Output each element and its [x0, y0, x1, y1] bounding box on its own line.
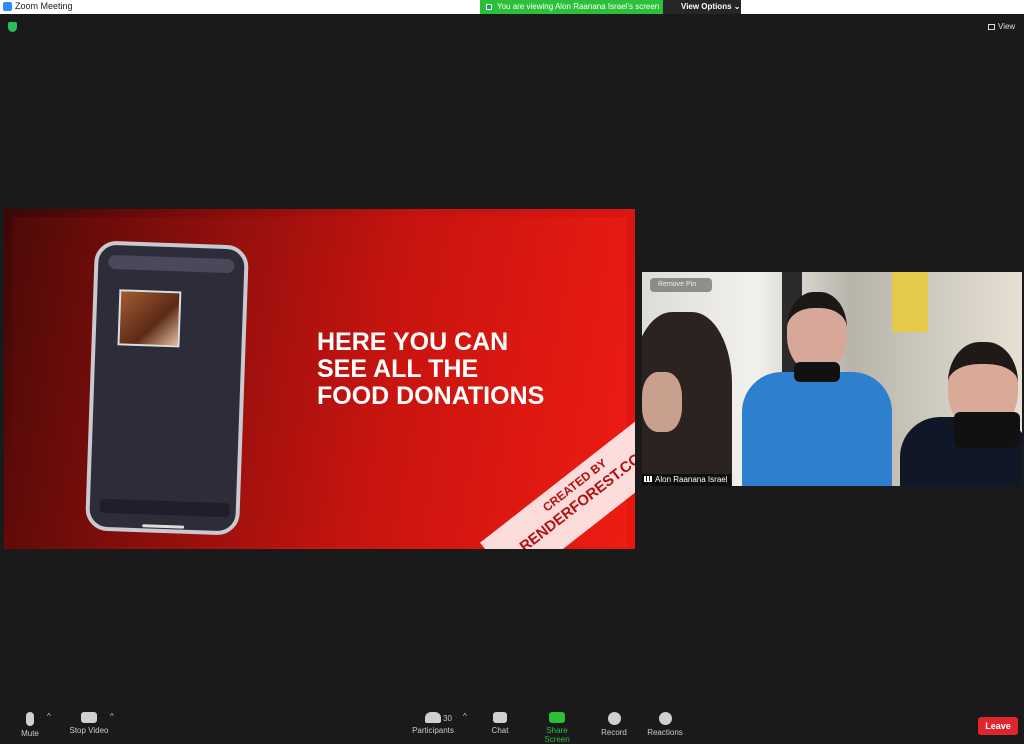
reactions-label: Reactions: [647, 728, 683, 737]
zoom-app-icon: [3, 2, 12, 11]
person-center-head: [787, 292, 847, 372]
slide-heading: HERE YOU CAN SEE ALL THE FOOD DONATIONS: [317, 329, 544, 410]
chat-icon: [493, 712, 507, 723]
view-grid-icon: [988, 23, 995, 30]
person-right-mask: [954, 412, 1020, 448]
viewing-text: You are viewing Alon Raanana Israel's sc…: [497, 2, 660, 11]
audio-options-caret[interactable]: ^: [47, 712, 51, 721]
record-button[interactable]: Record: [600, 712, 628, 737]
video-options-caret[interactable]: ^: [110, 712, 114, 721]
record-icon: [607, 712, 621, 725]
shared-screen: HERE YOU CAN SEE ALL THE FOOD DONATIONS …: [4, 209, 635, 549]
phone-address-bar: [108, 254, 235, 274]
participant-name: Alon Raanana Israel: [655, 475, 728, 484]
slide-line-1: HERE YOU CAN: [317, 328, 509, 356]
participants-label: Participants: [412, 726, 454, 735]
window-title: Zoom Meeting: [15, 1, 73, 11]
video-yellow-panel: [892, 272, 928, 332]
person-center: [742, 372, 892, 486]
chat-label: Chat: [491, 726, 509, 735]
chat-button[interactable]: Chat: [490, 712, 510, 735]
reactions-button[interactable]: Reactions: [647, 712, 683, 737]
stop-video-button[interactable]: Stop Video: [68, 712, 110, 735]
view-button[interactable]: View: [988, 22, 1015, 31]
meeting-toolbar: Mute ^ Stop Video ^ Participants ^ Chat …: [0, 708, 1024, 744]
person-center-mask: [794, 362, 840, 382]
person-left-face: [642, 372, 682, 432]
mute-button[interactable]: Mute: [18, 712, 42, 738]
share-status-icon: [486, 3, 492, 10]
phone-browser-bar: [99, 498, 231, 518]
participants-icon: [425, 712, 441, 723]
participants-count: 30: [443, 714, 452, 723]
participants-options-caret[interactable]: ^: [463, 712, 467, 721]
slide-line-3: FOOD DONATIONS: [317, 382, 545, 410]
phone-home-indicator: [142, 524, 185, 529]
share-screen-button[interactable]: Share Screen: [534, 712, 580, 744]
stop-video-label: Stop Video: [69, 726, 109, 735]
microphone-icon: [26, 712, 34, 726]
smiley-icon: [658, 712, 672, 725]
remove-pin-button[interactable]: Remove Pin: [650, 278, 712, 292]
leave-button[interactable]: Leave: [978, 717, 1018, 735]
record-label: Record: [601, 728, 627, 737]
screen-share-banner: You are viewing Alon Raanana Israel's sc…: [480, 0, 741, 14]
view-options-button[interactable]: View Options ⌄: [663, 0, 741, 14]
participant-name-label: Alon Raanana Israel: [642, 474, 731, 486]
share-screen-label: Share Screen: [544, 726, 570, 744]
view-label: View: [998, 22, 1016, 31]
viewing-status: You are viewing Alon Raanana Israel's sc…: [480, 0, 663, 14]
security-shield-icon[interactable]: [8, 22, 17, 32]
share-screen-icon: [549, 712, 565, 723]
slide-line-2: SEE ALL THE: [317, 355, 479, 383]
video-camera-icon: [81, 712, 97, 723]
phone-mockup: [84, 240, 250, 536]
participant-video[interactable]: Remove Pin Alon Raanana Israel: [642, 272, 1022, 486]
food-image: [117, 289, 182, 348]
mute-label: Mute: [21, 729, 39, 738]
signal-icon: [644, 476, 652, 482]
